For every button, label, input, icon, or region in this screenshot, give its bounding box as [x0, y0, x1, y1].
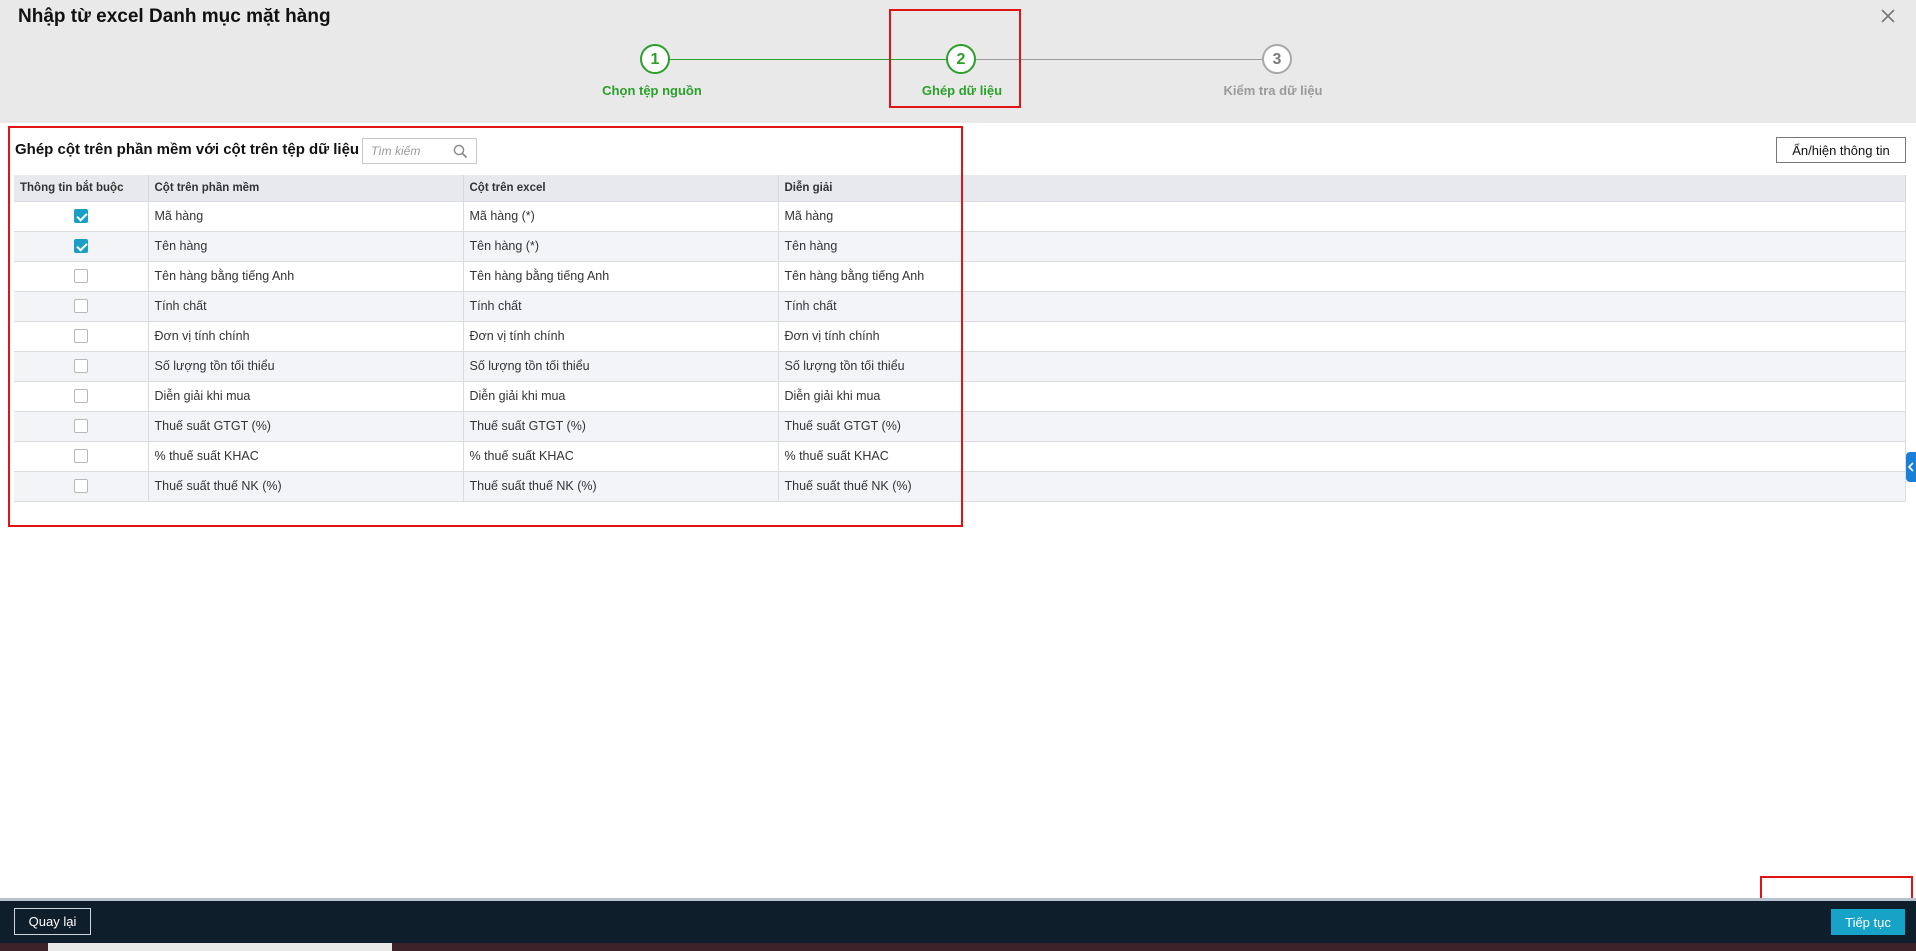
- step-3-circle[interactable]: 3: [1262, 44, 1292, 74]
- side-panel-toggle[interactable]: [1906, 452, 1916, 482]
- dialog-footer: [0, 898, 1916, 943]
- chevron-left-icon: [1907, 462, 1914, 472]
- back-button[interactable]: Quay lại: [14, 908, 91, 935]
- step-1-label[interactable]: Chọn tệp nguồn: [552, 83, 752, 98]
- next-button[interactable]: Tiếp tục: [1831, 909, 1905, 935]
- step-3-label[interactable]: Kiểm tra dữ liệu: [1173, 83, 1373, 98]
- highlight-step-2: [889, 9, 1021, 108]
- taskbar-strip: [48, 943, 392, 951]
- step-1-circle[interactable]: 1: [640, 44, 670, 74]
- highlight-mapping-table: [8, 126, 963, 527]
- toggle-info-button[interactable]: Ẩn/hiện thông tin: [1776, 137, 1906, 163]
